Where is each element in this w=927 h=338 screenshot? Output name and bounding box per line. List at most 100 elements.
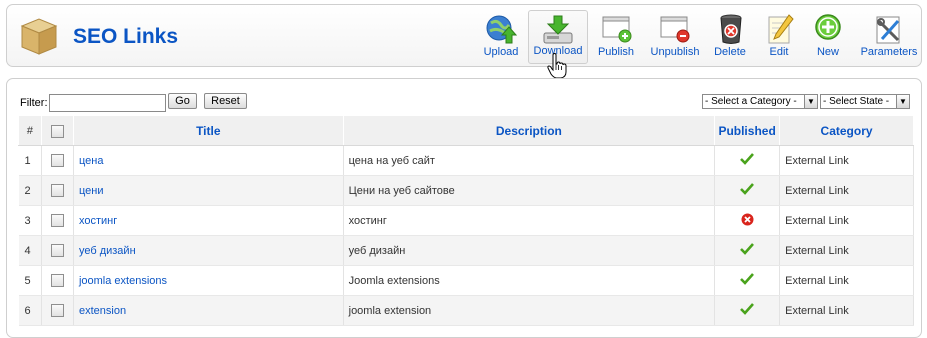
row-checkbox-cell (41, 205, 74, 236)
upload-button[interactable]: Upload (477, 10, 525, 64)
upload-icon (486, 15, 517, 44)
header-category[interactable]: Category (779, 115, 914, 146)
page-title: SEO Links (73, 25, 179, 48)
new-icon (815, 14, 841, 40)
header-description[interactable]: Description (342, 115, 716, 146)
edit-icon (768, 14, 794, 44)
row-category: External Link (779, 145, 914, 176)
unpublish-button[interactable]: Unpublish (645, 10, 705, 64)
go-button[interactable]: Go (168, 93, 197, 109)
row-checkbox[interactable] (50, 214, 64, 227)
filter-input[interactable] (49, 94, 166, 112)
download-icon (543, 15, 573, 44)
table-row: 2 цени Цени на уеб сайтове External Link (18, 175, 914, 206)
select-all-checkbox[interactable] (50, 124, 64, 138)
row-description: уеб дизайн (343, 235, 716, 266)
edit-button[interactable]: Edit (759, 10, 799, 64)
header-number: # (18, 115, 42, 146)
row-checkbox[interactable] (50, 244, 64, 257)
row-category: External Link (779, 265, 914, 296)
row-title-link[interactable]: цена (73, 145, 344, 176)
row-description: цена на уеб сайт (343, 145, 716, 176)
row-checkbox-cell (41, 265, 74, 296)
row-category: External Link (779, 235, 914, 266)
row-checkbox-cell (41, 175, 74, 206)
delete-icon (720, 14, 742, 44)
links-table: # Title Description Published Category 1… (18, 115, 914, 326)
published-check-icon[interactable] (740, 243, 755, 255)
row-checkbox-cell (41, 235, 74, 266)
table-row: 4 уеб дизайн уеб дизайн External Link (18, 235, 914, 266)
row-category: External Link (779, 205, 914, 236)
new-button[interactable]: New (807, 10, 849, 64)
published-check-icon[interactable] (740, 183, 755, 195)
table-row: 6 extension joomla extension External Link (18, 295, 914, 326)
row-checkbox[interactable] (50, 154, 64, 167)
category-select-value: - Select a Category - (705, 96, 797, 107)
unpublish-label: Unpublish (650, 46, 700, 58)
category-select[interactable]: - Select a Category - ▼ (702, 94, 818, 109)
row-title-link[interactable]: joomla extensions (73, 265, 344, 296)
unpublished-x-icon[interactable] (741, 213, 754, 226)
state-select[interactable]: - Select State - ▼ (820, 94, 910, 109)
row-published-cell[interactable] (714, 235, 781, 266)
row-title-link[interactable]: хостинг (73, 205, 344, 236)
row-published-cell[interactable] (714, 265, 781, 296)
row-published-cell[interactable] (714, 295, 781, 326)
parameters-label: Parameters (860, 46, 918, 58)
row-description: Joomla extensions (343, 265, 716, 296)
unpublish-icon (660, 16, 690, 43)
row-number: 3 (18, 205, 42, 236)
header-published[interactable]: Published (714, 115, 781, 146)
row-title-link[interactable]: extension (73, 295, 344, 326)
row-checkbox[interactable] (50, 274, 64, 287)
chevron-down-icon: ▼ (896, 95, 909, 108)
delete-label: Delete (714, 46, 746, 58)
publish-button[interactable]: Publish (593, 10, 639, 64)
edit-label: Edit (769, 46, 789, 58)
row-description: Цени на уеб сайтове (343, 175, 716, 206)
row-number: 6 (18, 295, 42, 326)
row-checkbox[interactable] (50, 184, 64, 197)
header-title[interactable]: Title (72, 115, 344, 146)
upload-label: Upload (483, 46, 519, 58)
chevron-down-icon: ▼ (804, 95, 817, 108)
row-checkbox-cell (41, 295, 74, 326)
reset-button[interactable]: Reset (204, 93, 247, 109)
hand-cursor-icon (547, 53, 567, 79)
row-published-cell[interactable] (714, 145, 781, 176)
published-check-icon[interactable] (740, 153, 755, 165)
table-row: 3 хостинг хостинг External Link (18, 205, 914, 236)
publish-label: Publish (597, 46, 635, 58)
row-category: External Link (779, 295, 914, 326)
toolbar: SEO Links Upload Download Publish Unpubl… (6, 4, 922, 67)
row-published-cell[interactable] (714, 175, 781, 206)
filter-label: Filter: (20, 97, 48, 109)
parameters-icon (876, 16, 900, 44)
row-number: 1 (18, 145, 42, 176)
state-select-value: - Select State - (823, 96, 890, 107)
published-check-icon[interactable] (740, 273, 755, 285)
delete-button[interactable]: Delete (709, 10, 751, 64)
table-row: 5 joomla extensions Joomla extensions Exter… (18, 265, 914, 296)
row-checkbox-cell (41, 145, 74, 176)
new-label: New (816, 46, 839, 58)
row-published-cell[interactable] (714, 205, 781, 236)
table-header-row: # Title Description Published Category (18, 115, 914, 146)
row-category: External Link (779, 175, 914, 206)
content-panel: Filter: Go Reset - Select a Category - ▼… (6, 78, 922, 338)
published-check-icon[interactable] (740, 303, 755, 315)
row-checkbox[interactable] (50, 304, 64, 317)
row-title-link[interactable]: цени (73, 175, 344, 206)
row-title-link[interactable]: уеб дизайн (73, 235, 344, 266)
box-icon (20, 18, 58, 55)
row-number: 5 (18, 265, 42, 296)
row-description: хостинг (343, 205, 716, 236)
publish-icon (602, 16, 632, 43)
row-description: joomla extension (343, 295, 716, 326)
table-row: 1 цена цена на уеб сайт External Link (18, 145, 914, 176)
parameters-button[interactable]: Parameters (857, 10, 921, 64)
row-number: 4 (18, 235, 42, 266)
row-number: 2 (18, 175, 42, 206)
header-checkbox-cell (40, 115, 74, 146)
